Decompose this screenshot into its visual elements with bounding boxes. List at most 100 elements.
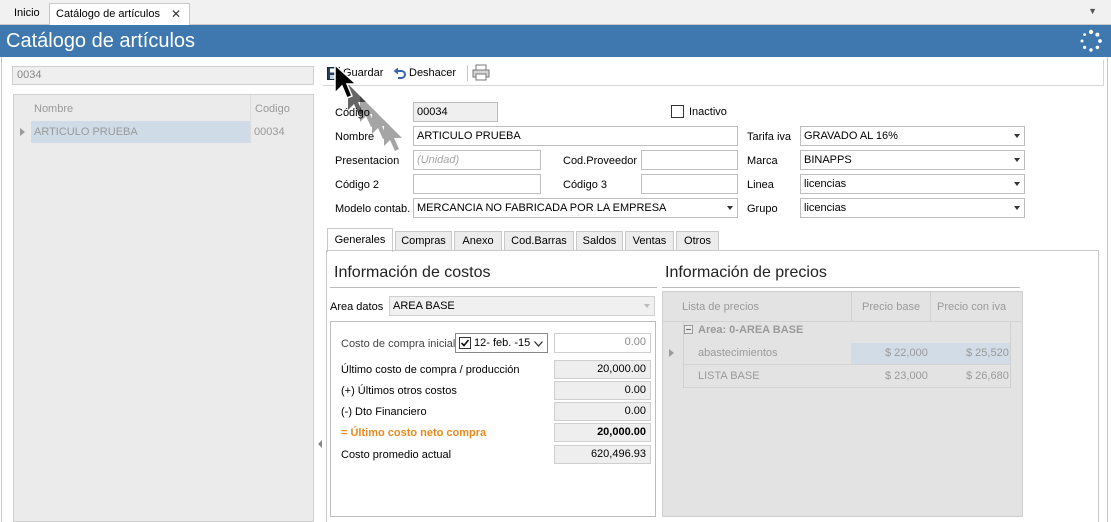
checkbox-checked-icon[interactable] [459,337,471,349]
costo-inicial-date-select[interactable]: 12- feb. -15 [455,333,548,353]
area-datos-value: AREA BASE [393,300,455,312]
row-divider [663,321,1022,322]
price-row-iva[interactable]: $ 25,520 [966,347,1009,359]
tab-anexo[interactable]: Anexo [454,231,502,251]
ultimo-costo-label: Último costo de compra / producción [341,364,520,376]
cod-proveedor-label: Cod.Proveedor [563,155,637,167]
codigo-label: Código [335,107,370,119]
tarifa-iva-label: Tarifa iva [747,131,792,143]
title-bar: Catálogo de artículos [0,25,1111,57]
linea-select[interactable]: licencias [800,174,1025,194]
row-indicator-icon [20,128,25,136]
marca-value: BINAPPS [804,154,852,166]
grupo-label: Grupo [747,203,778,215]
tab-label: Catálogo de artículos [56,8,160,20]
codigo-field[interactable]: 00034 [413,102,498,122]
toolbar: Guardar Deshacer [323,60,1104,86]
costos-section-title: Información de costos [334,264,491,281]
costo-promedio-value: 620,496.93 [554,445,651,464]
section-divider [662,287,1020,288]
grid-header: Nombre Codigo [14,95,313,121]
linea-label: Linea [747,179,774,191]
articles-grid[interactable]: Nombre Codigo ARTICULO PRUEBA 00034 [13,94,314,522]
row-divider [683,364,1010,365]
tab-generales[interactable]: Generales [327,228,393,252]
chevron-down-icon [727,206,733,210]
column-header-nombre[interactable]: Nombre [34,103,73,115]
dto-financiero-label: (-) Dto Financiero [341,406,427,418]
chevron-down-icon [534,341,543,347]
row-divider [683,387,1010,388]
close-icon[interactable]: ✕ [171,4,181,25]
codigo2-label: Código 2 [335,179,380,191]
costo-neto-label: = Último costo neto compra [341,427,487,439]
column-header-codigo[interactable]: Codigo [255,103,290,115]
modelo-contab-label: Modelo contab. [335,203,411,215]
chevron-down-icon [1014,182,1020,186]
marca-select[interactable]: BINAPPS [800,150,1025,170]
codigo3-label: Código 3 [563,179,608,191]
loading-spinner-icon [1080,29,1102,52]
collapse-arrow-icon[interactable] [318,440,322,448]
inactivo-checkbox[interactable] [671,105,684,118]
section-divider [330,287,657,288]
column-header-precio-iva[interactable]: Precio con iva [937,301,1006,313]
tab-inicio[interactable]: Inicio [8,3,46,25]
tarifa-iva-select[interactable]: GRAVADO AL 16% [800,126,1025,146]
page-title: Catálogo de artículos [6,30,196,52]
price-row-iva[interactable]: $ 26,680 [966,370,1009,382]
column-divider [1010,321,1011,388]
price-row-base[interactable]: $ 22,000 [885,347,928,359]
grupo-value: licencias [804,202,847,214]
otros-costos-label: (+) Últimos otros costos [341,385,457,397]
chevron-down-icon [1014,206,1020,210]
tab-catalogo-articulos[interactable]: Catálogo de artículos ✕ [49,3,190,26]
tab-otros[interactable]: Otros [676,231,719,251]
modelo-contab-select[interactable]: MERCANCIA NO FABRICADA POR LA EMPRESA [413,198,738,218]
collapse-icon[interactable] [684,325,693,334]
chevron-down-icon [1014,158,1020,162]
costo-inicial-value[interactable]: 0.00 [554,333,651,353]
chevron-down-icon [644,304,650,308]
costo-inicial-date: 12- feb. -15 [474,337,531,349]
tab-cod-barras[interactable]: Cod.Barras [504,231,574,251]
price-list-grid[interactable]: Lista de precios Precio base Precio con … [662,291,1023,517]
nombre-field[interactable]: ARTICULO PRUEBA [413,126,738,146]
column-header-lista[interactable]: Lista de precios [682,301,759,313]
search-input[interactable]: 0034 [12,66,314,85]
chevron-down-icon[interactable]: ▼ [1088,6,1097,16]
nombre-label: Nombre [335,131,375,143]
codigo2-field[interactable] [413,174,541,194]
costo-promedio-label: Costo promedio actual [341,449,452,461]
table-row[interactable]: ARTICULO PRUEBA 00034 [14,121,313,143]
tab-saldos[interactable]: Saldos [576,231,623,251]
linea-value: licencias [804,178,847,190]
row-indicator-icon [669,349,674,357]
group-row-label: Area: 0-AREA BASE [698,324,804,336]
area-datos-label: Area datos [330,301,384,313]
ultimo-costo-value: 20,000.00 [554,360,651,379]
cod-proveedor-field[interactable] [641,150,738,170]
chevron-down-icon [1014,134,1020,138]
dto-financiero-value: 0.00 [554,402,651,421]
otros-costos-value: 0.00 [554,381,651,400]
price-row-lista[interactable]: abastecimientos [698,347,778,359]
codigo3-field[interactable] [641,174,738,194]
grupo-select[interactable]: licencias [800,198,1025,218]
tab-compras[interactable]: Compras [395,231,452,251]
undo-label: Deshacer [409,67,457,79]
cell-nombre[interactable]: ARTICULO PRUEBA [31,121,250,143]
presentacion-field[interactable]: (Unidad) [413,150,541,170]
precios-section-title: Información de precios [665,264,827,281]
print-icon[interactable] [472,64,490,81]
column-header-precio-base[interactable]: Precio base [862,301,920,313]
modelo-contab-value: MERCANCIA NO FABRICADA POR LA EMPRESA [417,202,667,214]
toolbar-separator [467,65,468,81]
price-row-base[interactable]: $ 23,000 [885,370,928,382]
document-tab-strip: Inicio Catálogo de artículos ✕ ▼ [0,0,1111,26]
cell-codigo[interactable]: 00034 [254,126,285,138]
presentacion-label: Presentacion [335,155,400,167]
price-row-lista[interactable]: LISTA BASE [698,370,760,382]
tab-ventas[interactable]: Ventas [625,231,674,251]
area-datos-select[interactable]: AREA BASE [389,296,655,316]
